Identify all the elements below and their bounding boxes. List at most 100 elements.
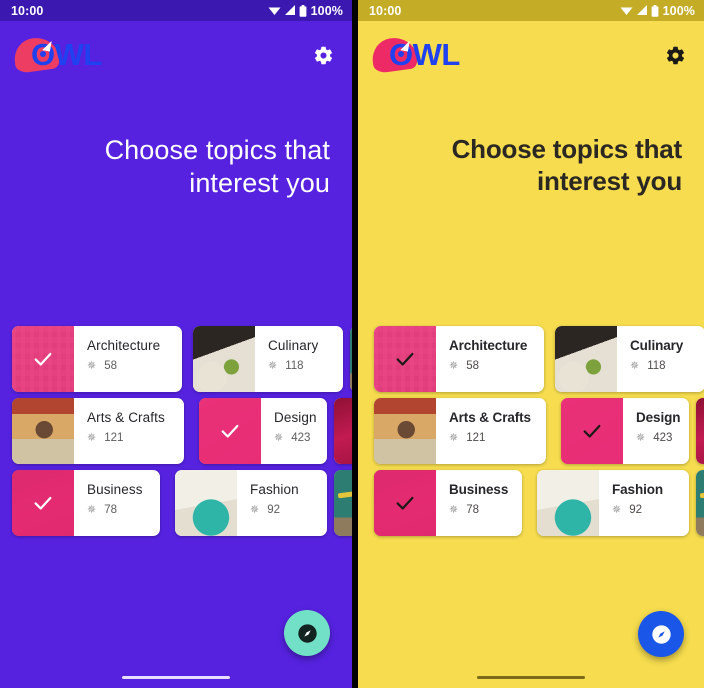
battery-percent: 100% xyxy=(310,3,343,18)
settings-button[interactable] xyxy=(660,40,690,70)
topic-card-culinary[interactable]: Culinary ✵ 118 xyxy=(555,326,704,392)
partial-thumb xyxy=(696,470,704,536)
topic-meta: ✵ 58 xyxy=(87,360,182,372)
explore-compass-icon xyxy=(297,623,317,643)
owl-logo: OWL xyxy=(11,32,122,78)
grain-icon: ✵ xyxy=(87,431,97,444)
status-bar-time: 10:00 xyxy=(11,3,44,18)
topic-card-fashion[interactable]: Fashion ✵ 92 xyxy=(175,470,327,536)
topic-card-partial[interactable] xyxy=(334,470,352,536)
topic-name: Architecture xyxy=(449,338,528,353)
screenshot-root: 10:00 100% OWL Choose topics that intere… xyxy=(0,0,704,688)
battery-percent: 100% xyxy=(662,3,695,18)
grain-icon: ✵ xyxy=(449,431,459,444)
explore-compass-icon xyxy=(651,624,671,644)
signal-icon xyxy=(636,5,647,15)
gear-icon xyxy=(314,46,332,64)
topic-row: Business ✵ 78 Fashion ✵ 92 xyxy=(358,470,704,536)
topic-card-body: Design ✵ 423 xyxy=(623,398,689,464)
topic-card-body: Fashion ✵ 92 xyxy=(599,470,689,536)
topic-count: 92 xyxy=(629,504,643,516)
topic-card-body: Business ✵ 78 xyxy=(436,470,522,536)
status-bar: 10:00 100% xyxy=(358,0,704,21)
app-bar: OWL xyxy=(358,21,704,89)
phone-panel-purple: 10:00 100% OWL Choose topics that intere… xyxy=(0,0,352,688)
grain-icon: ✵ xyxy=(449,503,459,516)
check-icon xyxy=(199,398,261,464)
topic-count: 58 xyxy=(104,360,118,372)
topic-card-body: Business ✵ 78 xyxy=(74,470,160,536)
topic-card-design[interactable]: Design ✵ 423 xyxy=(561,398,689,464)
topic-name: Architecture xyxy=(87,338,161,353)
topic-card-architecture[interactable]: Architecture ✵ 58 xyxy=(374,326,544,392)
fashion-thumb xyxy=(175,470,237,536)
grain-icon: ✵ xyxy=(250,503,260,516)
topic-card-body: Arts & Crafts ✵ 121 xyxy=(74,398,184,464)
settings-button[interactable] xyxy=(308,40,338,70)
topic-card-fashion[interactable]: Fashion ✵ 92 xyxy=(537,470,689,536)
topic-card-partial[interactable] xyxy=(350,326,352,392)
business-thumb xyxy=(374,470,436,536)
phone-panel-yellow: 10:00 100% OWL Choose topics that intere… xyxy=(358,0,704,688)
explore-fab-button[interactable] xyxy=(284,610,330,656)
check-icon xyxy=(374,326,436,392)
topic-name: Business xyxy=(449,482,509,497)
arts-crafts-thumb xyxy=(12,398,74,464)
status-bar-icons: 100% xyxy=(620,4,695,18)
battery-icon xyxy=(651,4,659,17)
topic-card-partial[interactable] xyxy=(696,398,704,464)
wifi-icon xyxy=(620,7,633,15)
design-thumb xyxy=(199,398,261,464)
topics-grid: Architecture ✵ 58 Culinary ✵ 118 Arts & … xyxy=(358,326,704,542)
topic-card-partial[interactable] xyxy=(334,398,352,464)
topic-meta: ✵ 92 xyxy=(250,504,327,516)
topic-meta: ✵ 423 xyxy=(274,432,327,444)
partial-thumb xyxy=(350,326,352,392)
owl-eye-icon xyxy=(40,51,46,57)
owl-eye-icon xyxy=(398,51,404,57)
partial-thumb xyxy=(334,470,352,536)
topic-card-business[interactable]: Business ✵ 78 xyxy=(374,470,522,536)
topic-card-culinary[interactable]: Culinary ✵ 118 xyxy=(193,326,343,392)
grain-icon: ✵ xyxy=(612,503,622,516)
status-bar: 10:00 100% xyxy=(0,0,352,21)
topic-card-partial[interactable] xyxy=(696,470,704,536)
culinary-thumb xyxy=(193,326,255,392)
topic-meta: ✵ 92 xyxy=(612,504,689,516)
wifi-icon xyxy=(268,7,281,15)
topic-name: Business xyxy=(87,482,143,497)
topic-name: Fashion xyxy=(250,482,299,497)
topic-card-body: Arts & Crafts ✵ 121 xyxy=(436,398,546,464)
topic-count: 58 xyxy=(466,360,480,372)
explore-fab-button[interactable] xyxy=(638,611,684,657)
topic-card-architecture[interactable]: Architecture ✵ 58 xyxy=(12,326,182,392)
topic-card-arts-crafts[interactable]: Arts & Crafts ✵ 121 xyxy=(12,398,184,464)
topic-row: Architecture ✵ 58 Culinary ✵ 118 xyxy=(358,326,704,392)
topic-count: 92 xyxy=(267,504,281,516)
check-icon xyxy=(374,470,436,536)
grain-icon: ✵ xyxy=(87,359,97,372)
topic-row: Business ✵ 78 Fashion ✵ 92 xyxy=(0,470,352,536)
app-bar: OWL xyxy=(0,21,352,89)
topic-count: 121 xyxy=(104,432,124,444)
topic-card-business[interactable]: Business ✵ 78 xyxy=(12,470,160,536)
page-title: Choose topics that interest you xyxy=(104,135,330,198)
grain-icon: ✵ xyxy=(630,359,640,372)
arts-crafts-thumb xyxy=(374,398,436,464)
topic-name: Design xyxy=(636,410,681,425)
topic-card-design[interactable]: Design ✵ 423 xyxy=(199,398,327,464)
status-bar-icons: 100% xyxy=(268,4,343,18)
topic-count: 118 xyxy=(285,360,304,372)
topic-count: 423 xyxy=(291,432,311,444)
home-indicator[interactable] xyxy=(122,676,230,679)
grain-icon: ✵ xyxy=(274,431,284,444)
home-indicator[interactable] xyxy=(477,676,585,679)
topic-card-arts-crafts[interactable]: Arts & Crafts ✵ 121 xyxy=(374,398,546,464)
check-icon xyxy=(561,398,623,464)
topic-meta: ✵ 118 xyxy=(630,360,704,372)
topic-count: 118 xyxy=(647,360,666,372)
topic-name: Culinary xyxy=(268,338,319,353)
owl-logo: OWL xyxy=(369,32,480,78)
topic-meta: ✵ 121 xyxy=(449,432,546,444)
topic-meta: ✵ 118 xyxy=(268,360,343,372)
